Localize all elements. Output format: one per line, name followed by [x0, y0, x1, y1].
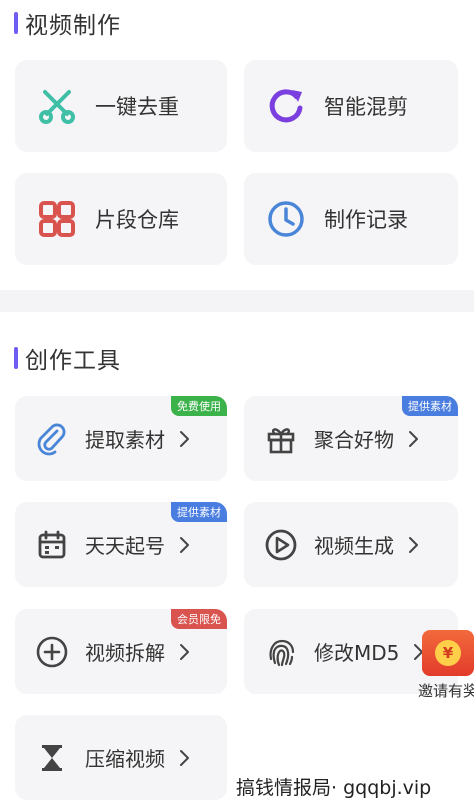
- badge-vip-free: 会员限免: [171, 609, 227, 629]
- tool-label: 压缩视频: [85, 747, 165, 771]
- card-one-click-dedupe[interactable]: 一键去重: [15, 60, 227, 152]
- badge-material: 提供素材: [171, 502, 227, 522]
- refresh-icon: [266, 86, 306, 126]
- plus-circle-icon: [35, 635, 69, 669]
- tool-video-breakdown[interactable]: 会员限免 视频拆解: [15, 609, 227, 694]
- section-divider: [0, 290, 474, 312]
- watermark-text: 搞钱情报局· gqqbj.vip: [236, 777, 432, 799]
- play-circle-icon: [264, 528, 298, 562]
- card-label: 智能混剪: [324, 95, 408, 119]
- section-title-text: 视频制作: [25, 13, 121, 39]
- card-label: 制作记录: [324, 208, 408, 232]
- chevron-right-icon: [408, 430, 420, 448]
- card-clip-library[interactable]: 片段仓库: [15, 173, 227, 265]
- chevron-right-icon: [179, 643, 191, 661]
- card-smart-mix[interactable]: 智能混剪: [244, 60, 458, 152]
- invite-reward-label: 邀请有奖: [418, 682, 474, 700]
- hourglass-icon: [35, 741, 69, 775]
- scissors-icon: [37, 86, 77, 126]
- calendar-icon: [35, 528, 69, 562]
- badge-material: 提供素材: [402, 396, 458, 416]
- gift-icon: [264, 422, 298, 456]
- grid-icon: [37, 199, 77, 239]
- chevron-right-icon: [179, 536, 191, 554]
- tool-aggregate-goods[interactable]: 提供素材 聚合好物: [244, 396, 458, 481]
- tool-label: 修改MD5: [314, 641, 400, 665]
- badge-free: 免费使用: [171, 396, 227, 416]
- paperclip-icon: [35, 422, 69, 456]
- tool-label: 聚合好物: [314, 428, 394, 452]
- tool-video-generate[interactable]: 视频生成: [244, 502, 458, 587]
- tool-daily-account[interactable]: 提供素材 天天起号: [15, 502, 227, 587]
- section-title-text: 创作工具: [25, 348, 121, 374]
- section-title-video-making: 视频制作: [14, 8, 121, 39]
- section-accent-bar: [14, 347, 18, 369]
- chevron-right-icon: [179, 430, 191, 448]
- card-production-records[interactable]: 制作记录: [244, 173, 458, 265]
- card-label: 一键去重: [95, 95, 179, 119]
- chevron-right-icon: [408, 536, 420, 554]
- yuan-coin-icon: ¥: [435, 640, 461, 666]
- fingerprint-icon: [264, 635, 298, 669]
- tool-label: 视频拆解: [85, 641, 165, 665]
- invite-reward-button[interactable]: ¥ 邀请有奖: [416, 630, 474, 710]
- clock-icon: [266, 199, 306, 239]
- section-title-creation-tools: 创作工具: [14, 343, 121, 374]
- chevron-right-icon: [179, 749, 191, 767]
- tool-extract-material[interactable]: 免费使用 提取素材: [15, 396, 227, 481]
- tool-label: 提取素材: [85, 428, 165, 452]
- section-accent-bar: [14, 12, 18, 34]
- red-envelope-icon: ¥: [422, 630, 474, 676]
- tool-compress-video[interactable]: 压缩视频: [15, 715, 227, 800]
- tool-label: 视频生成: [314, 534, 394, 558]
- card-label: 片段仓库: [95, 208, 179, 232]
- tool-label: 天天起号: [85, 534, 165, 558]
